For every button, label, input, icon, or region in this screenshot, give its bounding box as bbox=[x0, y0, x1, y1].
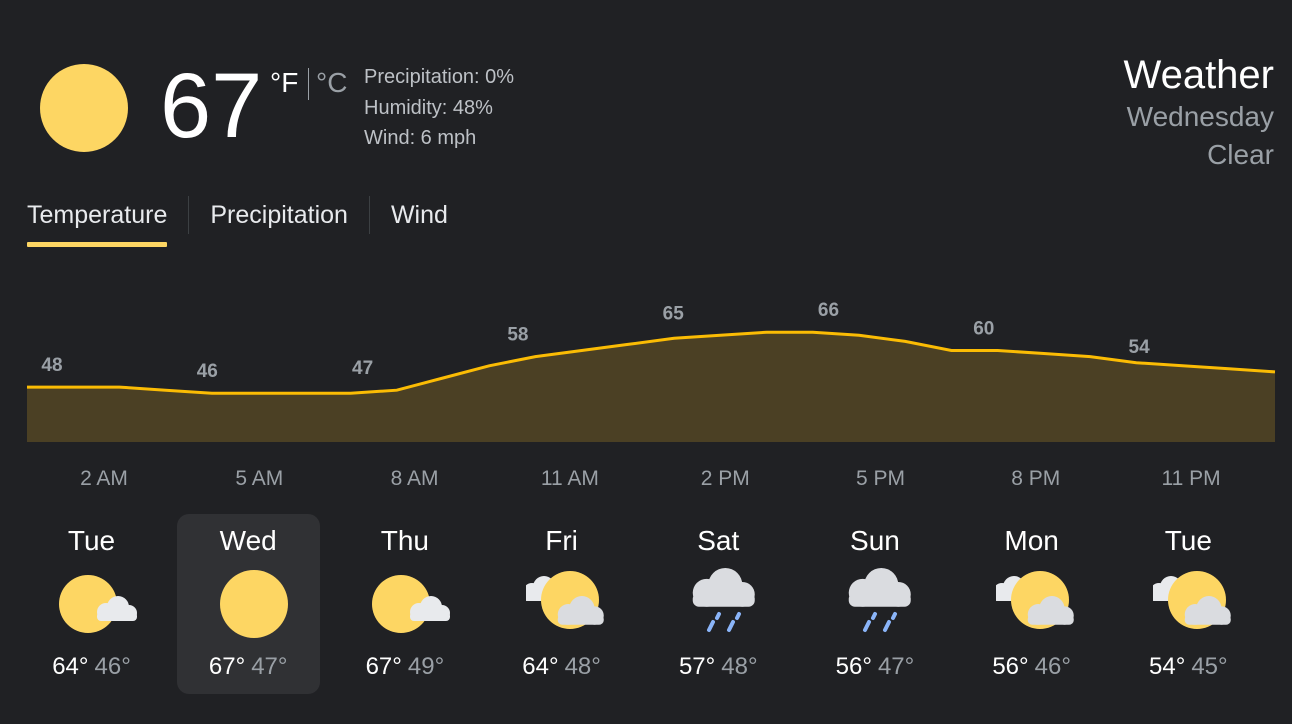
unit-celsius-button[interactable]: °C bbox=[316, 66, 347, 100]
x-axis-tick-label: 2 AM bbox=[80, 467, 128, 490]
forecast-temps: 56° 47° bbox=[803, 652, 946, 682]
low-temperature: 48° bbox=[721, 653, 758, 680]
temperature-chart-svg: 48 46 47 58 65 66 60 54 2 AM 5 AM 8 AM 11 AM 2 PM 5 P… bbox=[27, 300, 1276, 490]
sun-icon bbox=[40, 64, 128, 152]
current-temperature: 67 bbox=[160, 55, 263, 157]
temperature-chart[interactable]: 48 46 47 58 65 66 60 54 2 AM 5 AM 8 AM 11 AM 2 PM 5 P… bbox=[0, 280, 1292, 500]
mostly-cloudy-icon bbox=[1149, 566, 1235, 642]
weather-condition: Clear bbox=[1207, 139, 1274, 170]
temperature-label: 66 bbox=[818, 300, 839, 321]
forecast-day-name: Sat bbox=[697, 525, 740, 556]
tab-wind[interactable]: Wind bbox=[391, 196, 448, 234]
forecast-temps: 64° 46° bbox=[20, 652, 163, 682]
chart-tabs: Temperature Precipitation Wind bbox=[27, 196, 448, 256]
unit-divider bbox=[308, 68, 309, 100]
rain-icon bbox=[839, 566, 921, 642]
forecast-temps: 64° 48° bbox=[490, 652, 633, 682]
x-axis-tick-label: 11 AM bbox=[541, 467, 599, 490]
wind-text: Wind: 6 mph bbox=[364, 127, 477, 149]
selected-day-name: Wednesday bbox=[1126, 101, 1274, 132]
high-temperature: 57° bbox=[678, 653, 716, 680]
partly-cloudy-icon bbox=[56, 566, 138, 642]
x-axis-tick-label: 8 AM bbox=[391, 467, 439, 490]
humidity-text: Humidity: 48% bbox=[364, 96, 493, 119]
low-temperature: 46° bbox=[1034, 653, 1071, 680]
x-axis-tick-label: 11 PM bbox=[1162, 467, 1221, 490]
low-temperature: 45° bbox=[1191, 653, 1228, 680]
location-summary: Weather Wednesday Clear bbox=[1124, 52, 1274, 174]
precipitation-text: Precipitation: 0% bbox=[364, 66, 515, 88]
high-temperature: 64° bbox=[52, 653, 89, 680]
forecast-temps: 67° 47° bbox=[177, 652, 320, 682]
forecast-temps: 54° 45° bbox=[1117, 652, 1260, 682]
forecast-temps: 57° 48° bbox=[647, 652, 790, 682]
forecast-day-name: Tue bbox=[67, 525, 116, 556]
weather-title: Weather bbox=[1123, 53, 1274, 97]
mostly-cloudy-icon bbox=[523, 566, 608, 642]
forecast-day-sun[interactable]: Sun 56° 47° bbox=[803, 514, 946, 694]
temperature-area bbox=[27, 332, 1275, 442]
tab-precipitation[interactable]: Precipitation bbox=[210, 196, 348, 234]
temperature-label: 58 bbox=[507, 325, 528, 346]
low-temperature: 49° bbox=[407, 653, 445, 680]
x-axis-tick-label: 5 PM bbox=[856, 467, 905, 490]
forecast-day-wed[interactable]: Wed 67° 47° bbox=[176, 514, 320, 694]
high-temperature: 56° bbox=[835, 653, 872, 680]
temperature-label: 48 bbox=[41, 355, 62, 376]
forecast-day-name: Sun bbox=[850, 525, 900, 556]
forecast-day-name: Thu bbox=[380, 525, 429, 556]
high-temperature: 64° bbox=[522, 653, 559, 680]
low-temperature: 47° bbox=[877, 653, 915, 680]
tab-temperature[interactable]: Temperature bbox=[27, 196, 168, 247]
tab-divider bbox=[368, 196, 370, 234]
low-temperature: 46° bbox=[94, 653, 131, 680]
forecast-temps: 56° 46° bbox=[960, 652, 1103, 682]
forecast-day-name: Mon bbox=[1004, 525, 1059, 556]
current-details: Precipitation: 0% Humidity: 48% Wind: 6 … bbox=[364, 62, 514, 154]
temperature-label: 54 bbox=[1129, 337, 1151, 358]
forecast-day-fri[interactable]: Fri 64° 48° bbox=[490, 514, 633, 694]
partly-cloudy-icon bbox=[369, 566, 451, 642]
temperature-label: 65 bbox=[663, 303, 685, 324]
mostly-cloudy-icon bbox=[993, 566, 1078, 642]
temperature-label: 46 bbox=[197, 361, 218, 382]
sun-icon bbox=[213, 566, 295, 642]
temperature-label: 60 bbox=[973, 319, 994, 340]
low-temperature: 48° bbox=[564, 653, 601, 680]
forecast-day-name: Wed bbox=[219, 525, 277, 556]
high-temperature: 67° bbox=[208, 653, 246, 680]
x-axis-tick-label: 5 AM bbox=[235, 467, 283, 490]
high-temperature: 67° bbox=[365, 653, 402, 680]
high-temperature: 54° bbox=[1149, 653, 1186, 680]
rain-icon bbox=[683, 566, 765, 642]
temperature-label: 47 bbox=[352, 358, 373, 379]
x-axis-tick-label: 2 PM bbox=[701, 467, 750, 490]
x-axis-tick-label: 8 PM bbox=[1011, 467, 1060, 490]
forecast-day-tue[interactable]: Tue 64° 46° bbox=[20, 514, 163, 694]
forecast-day-tue[interactable]: Tue 54° 45° bbox=[1117, 514, 1260, 694]
tab-divider bbox=[188, 196, 190, 234]
daily-forecast: Tue 64° 46° Wed 67° 47° Thu 67° 49° Fri 64° 48° S… bbox=[20, 514, 1274, 694]
forecast-day-sat[interactable]: Sat 57° 48° bbox=[647, 514, 790, 694]
weather-card: 67 °F °C Precipitation: 0% Humidity: 48%… bbox=[0, 0, 1292, 724]
forecast-day-thu[interactable]: Thu 67° 49° bbox=[333, 514, 476, 694]
forecast-day-name: Tue bbox=[1164, 525, 1212, 556]
high-temperature: 56° bbox=[992, 653, 1029, 680]
unit-fahrenheit-button[interactable]: °F bbox=[270, 66, 298, 100]
forecast-temps: 67° 49° bbox=[333, 652, 476, 682]
forecast-day-name: Fri bbox=[545, 525, 578, 556]
low-temperature: 47° bbox=[251, 653, 288, 680]
forecast-day-mon[interactable]: Mon 56° 46° bbox=[960, 514, 1103, 694]
